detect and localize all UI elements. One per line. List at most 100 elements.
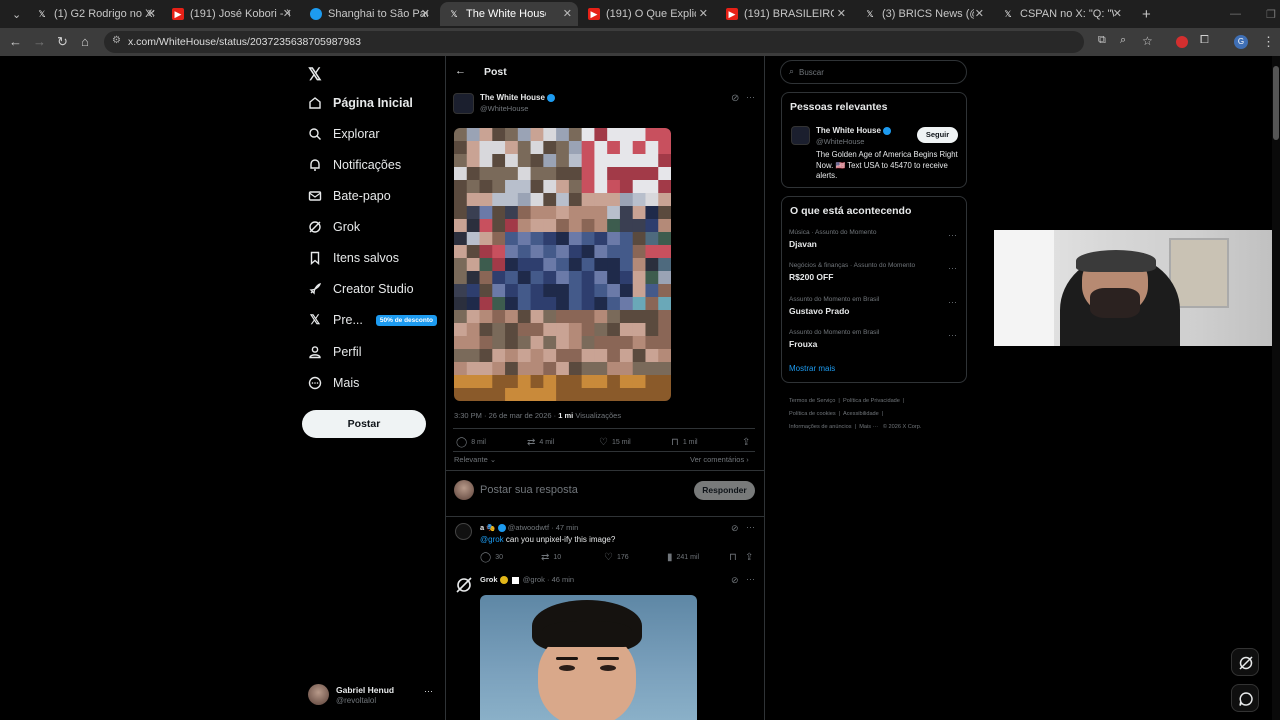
browser-tab[interactable]: Shanghai to São Paulo | C ✕ xyxy=(302,2,436,26)
trend-item[interactable]: Assunto do Momento em Brasil Frouxa xyxy=(789,329,879,349)
maximize-button[interactable]: ❐ xyxy=(1258,2,1278,26)
more-dots-icon[interactable]: ··· xyxy=(948,230,957,240)
more-dots-icon[interactable]: ··· xyxy=(948,263,957,273)
search-input[interactable]: ⌕ Buscar xyxy=(780,60,967,84)
white-house-avatar[interactable] xyxy=(453,93,474,114)
new-tab-button[interactable]: + xyxy=(1134,2,1154,26)
grok-icon[interactable]: ⊘ xyxy=(731,523,739,534)
more-dots-icon[interactable]: ··· xyxy=(948,330,957,340)
person-name-row[interactable]: The White House xyxy=(816,126,891,135)
install-app-icon[interactable]: ⧉ xyxy=(1098,34,1106,47)
footer-link[interactable]: Política de cookies xyxy=(789,411,836,417)
profile-avatar-icon[interactable]: G xyxy=(1234,35,1248,49)
follow-button[interactable]: Seguir xyxy=(917,127,958,143)
more-dots-icon[interactable]: ··· xyxy=(746,92,755,102)
reply-button[interactable]: Responder xyxy=(694,481,755,500)
post-image-pixelated[interactable] xyxy=(454,128,671,401)
reply-author-name[interactable]: Grok xyxy=(480,575,498,584)
bookmark-action[interactable]: ⊓ 1 mil xyxy=(671,437,698,448)
address-bar[interactable]: ⚙ x.com/WhiteHouse/status/20372356387059… xyxy=(104,31,1084,53)
browser-tab[interactable]: ▶ (191) BRASILEIROS SÃO T ✕ xyxy=(718,2,852,26)
like-action[interactable]: ♡ 15 mil xyxy=(599,437,631,448)
white-house-avatar[interactable] xyxy=(791,126,810,145)
nav-item-explore[interactable]: Explorar xyxy=(308,127,380,141)
trend-item[interactable]: Negócios & finanças · Assunto do Momento… xyxy=(789,262,915,282)
close-icon[interactable]: ✕ xyxy=(975,7,984,20)
browser-tab-active[interactable]: 𝕏 The White House no X: "h ✕ xyxy=(440,2,578,26)
zoom-icon[interactable]: ⌕ xyxy=(1120,34,1126,47)
extensions-puzzle-icon[interactable]: ⧠ xyxy=(1200,34,1209,47)
star-icon[interactable]: ☆ xyxy=(1142,34,1153,48)
browser-tab[interactable]: ▶ (191) José Kobori - YouTu ✕ xyxy=(164,2,298,26)
more-dots-icon[interactable]: ··· xyxy=(746,522,755,532)
nav-item-premium[interactable]: 𝕏 Pre... 50% de desconto xyxy=(308,312,437,327)
sort-dropdown[interactable]: Relevante ⌄ xyxy=(454,455,496,464)
site-info-icon[interactable]: ⚙ xyxy=(112,35,121,46)
close-icon[interactable]: ✕ xyxy=(837,7,846,20)
footer-link[interactable]: Informações de anúncios xyxy=(789,424,852,430)
close-icon[interactable]: ✕ xyxy=(1113,7,1122,20)
more-dots-icon[interactable]: ··· xyxy=(948,297,957,307)
bookmark-action[interactable]: ⊓ xyxy=(729,552,741,563)
views-action[interactable]: ▮ 241 mil xyxy=(667,552,699,563)
avatar[interactable] xyxy=(455,523,472,540)
scrollbar[interactable] xyxy=(1272,56,1280,720)
footer-link[interactable]: Política de Privacidade xyxy=(843,398,900,404)
scrollbar-thumb[interactable] xyxy=(1273,66,1279,140)
reload-icon[interactable]: ↻ xyxy=(57,34,68,50)
footer-link[interactable]: Termos de Serviço xyxy=(789,398,835,404)
close-icon[interactable]: ✕ xyxy=(563,7,572,20)
home-icon[interactable]: ⌂ xyxy=(81,34,89,49)
author-name-row[interactable]: The White House xyxy=(480,93,555,102)
close-icon[interactable]: ✕ xyxy=(699,7,708,20)
reply-action[interactable]: ◯ 8 mil xyxy=(456,437,486,448)
nav-item-notifications[interactable]: Notificações xyxy=(308,158,401,172)
extension-icon[interactable] xyxy=(1176,36,1188,48)
show-more-link[interactable]: Mostrar mais xyxy=(789,364,835,373)
grok-generated-image[interactable] xyxy=(480,595,697,720)
grok-icon[interactable]: ⊘ xyxy=(731,575,739,586)
messages-float-button[interactable] xyxy=(1231,684,1259,712)
grok-float-button[interactable] xyxy=(1231,648,1259,676)
reply-input[interactable]: Postar sua resposta xyxy=(480,484,680,496)
grok-avatar-icon[interactable] xyxy=(455,576,473,594)
close-icon[interactable]: ✕ xyxy=(147,7,156,20)
reply-author-name[interactable]: a xyxy=(480,523,484,532)
share-action[interactable]: ⇪ xyxy=(745,552,757,563)
back-arrow-icon[interactable]: ← xyxy=(455,65,466,77)
nav-item-bookmarks[interactable]: Itens salvos xyxy=(308,251,399,265)
like-action[interactable]: ♡ 176 xyxy=(604,552,629,563)
view-quotes-link[interactable]: Ver comentários › xyxy=(690,455,749,464)
footer-link[interactable]: Mais ··· xyxy=(859,424,878,430)
browser-tab[interactable]: 𝕏 CSPAN no X: "Q: "Why di ✕ xyxy=(994,2,1128,26)
nav-item-chat[interactable]: Bate-papo xyxy=(308,189,391,203)
more-dots-icon[interactable]: ··· xyxy=(424,686,433,696)
tab-search-dropdown[interactable]: ⌄ xyxy=(4,2,22,26)
forward-arrow-icon[interactable]: → xyxy=(33,34,46,49)
nav-item-creator-studio[interactable]: Creator Studio xyxy=(308,282,414,296)
x-logo-icon[interactable]: 𝕏 xyxy=(308,65,322,85)
trend-item[interactable]: Música · Assunto do Momento Djavan xyxy=(789,229,876,249)
trend-item[interactable]: Assunto do Momento em Brasil Gustavo Prad… xyxy=(789,296,879,316)
mention-link[interactable]: @grok xyxy=(480,535,504,544)
browser-tab[interactable]: 𝕏 (1) G2 Rodrigo no X: "@e ✕ xyxy=(28,2,162,26)
footer-link[interactable]: Acessibilidade xyxy=(843,411,879,417)
browser-tab[interactable]: 𝕏 (3) BRICS News (@BRICSi ✕ xyxy=(856,2,990,26)
browser-tab[interactable]: ▶ (191) O Que Explica a Asc ✕ xyxy=(580,2,714,26)
nav-item-more[interactable]: Mais xyxy=(308,376,359,390)
nav-item-home[interactable]: Página Inicial xyxy=(308,96,413,110)
close-icon[interactable]: ✕ xyxy=(421,7,430,20)
nav-item-profile[interactable]: Perfil xyxy=(308,345,361,359)
nav-item-grok[interactable]: Grok xyxy=(308,220,360,234)
account-switcher[interactable]: Gabriel Henud @revoltalol ··· xyxy=(308,684,438,708)
repost-action[interactable]: ⇄ 10 xyxy=(541,552,561,563)
minimize-button[interactable]: — xyxy=(1222,2,1242,26)
repost-action[interactable]: ⇄ 4 mil xyxy=(527,437,554,448)
close-icon[interactable]: ✕ xyxy=(283,7,292,20)
menu-kebab-icon[interactable]: ⋮ xyxy=(1262,34,1275,50)
reply-action[interactable]: ◯ 30 xyxy=(480,552,503,563)
post-button[interactable]: Postar xyxy=(302,410,426,438)
share-action[interactable]: ⇪ xyxy=(742,437,754,448)
grok-icon[interactable]: ⊘ xyxy=(731,93,739,104)
back-arrow-icon[interactable]: ← xyxy=(9,34,22,49)
